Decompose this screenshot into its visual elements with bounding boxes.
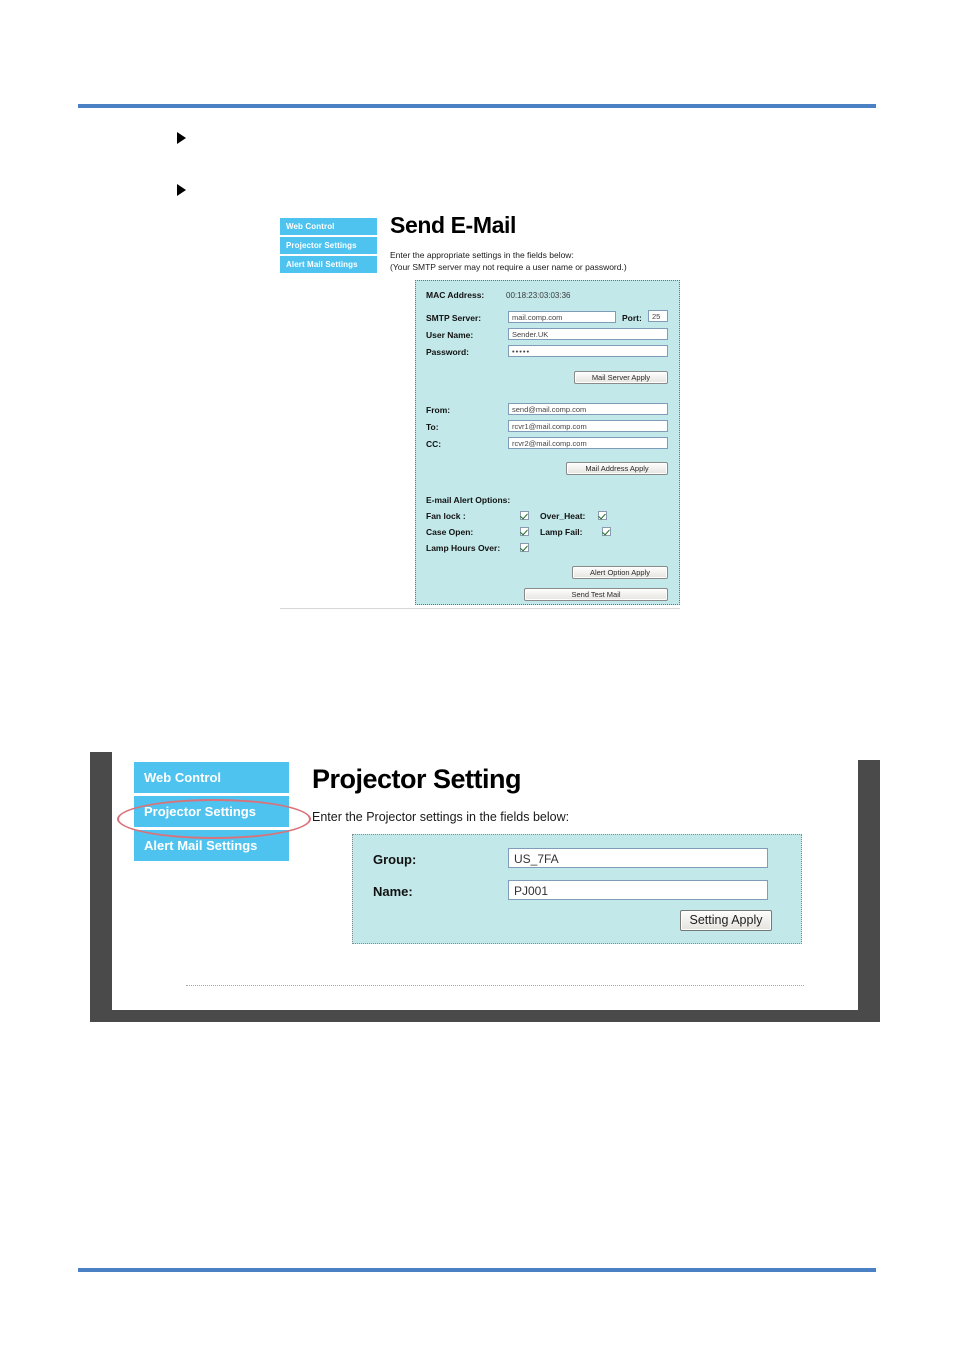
fan-lock-label: Fan lock : — [426, 511, 466, 521]
page-title: Projector Setting — [312, 764, 522, 794]
sidebar-item-alert-mail-settings[interactable]: Alert Mail Settings — [280, 256, 377, 273]
figure-footer-rule — [186, 985, 804, 986]
mac-address-label: MAC Address: — [426, 290, 485, 300]
email-settings-panel: MAC Address: 00:18:23:03:03:36 SMTP Serv… — [415, 280, 680, 605]
password-label: Password: — [426, 347, 469, 357]
sidebar-item-projector-settings[interactable]: Projector Settings — [134, 796, 289, 827]
sidebar-item-web-control[interactable]: Web Control — [280, 218, 377, 235]
smtp-server-input[interactable]: mail.comp.com — [508, 311, 616, 323]
over-heat-checkbox[interactable] — [598, 511, 607, 520]
port-label: Port: — [622, 313, 642, 323]
group-input[interactable]: US_7FA — [508, 848, 768, 868]
mac-address-value: 00:18:23:03:03:36 — [506, 291, 571, 300]
sidebar-item-projector-settings[interactable]: Projector Settings — [280, 237, 377, 254]
name-label: Name: — [373, 884, 413, 899]
alert-options-heading: E-mail Alert Options: — [426, 495, 511, 505]
figure-frame-bottom — [90, 1010, 880, 1022]
lamp-fail-label: Lamp Fail: — [540, 527, 583, 537]
figure-frame-right — [858, 760, 880, 1022]
projector-setting-figure: Web Control Projector Settings Alert Mai… — [90, 752, 880, 1022]
port-input[interactable]: 25 — [648, 310, 668, 322]
case-open-label: Case Open: — [426, 527, 474, 537]
sidebar-item-alert-mail-settings[interactable]: Alert Mail Settings — [134, 830, 289, 861]
header-rule — [78, 104, 876, 108]
mail-server-apply-button[interactable]: Mail Server Apply — [574, 371, 668, 384]
lamp-hours-over-checkbox[interactable] — [520, 543, 529, 552]
page-subtitle: Enter the Projector settings in the fiel… — [312, 810, 570, 824]
mail-address-apply-button[interactable]: Mail Address Apply — [566, 462, 668, 475]
page-subtitle-line2: (Your SMTP server may not require a user… — [390, 261, 627, 272]
cc-label: CC: — [426, 439, 442, 449]
setting-apply-button[interactable]: Setting Apply — [680, 910, 772, 931]
send-email-figure: Web Control Projector Settings Alert Mai… — [280, 212, 690, 612]
name-input[interactable]: PJ001 — [508, 880, 768, 900]
cc-input[interactable]: rcvr2@mail.comp.com — [508, 437, 668, 449]
bullet-marker-2 — [177, 184, 186, 196]
page-subtitle: Enter the appropriate settings in the fi… — [390, 250, 627, 273]
send-test-mail-button[interactable]: Send Test Mail — [524, 588, 668, 601]
projector-nav-menu: Web Control Projector Settings Alert Mai… — [134, 762, 289, 864]
lamp-hours-over-label: Lamp Hours Over: — [426, 543, 501, 553]
sidebar-item-web-control[interactable]: Web Control — [134, 762, 289, 793]
to-label: To: — [426, 422, 439, 432]
alert-option-apply-button[interactable]: Alert Option Apply — [572, 566, 668, 579]
projector-settings-panel: Group: US_7FA Name: PJ001 Setting Apply — [352, 834, 802, 944]
from-input[interactable]: send@mail.comp.com — [508, 403, 668, 415]
bullet-marker-1 — [177, 132, 186, 144]
over-heat-label: Over_Heat: — [540, 511, 586, 521]
to-input[interactable]: rcvr1@mail.comp.com — [508, 420, 668, 432]
fan-lock-checkbox[interactable] — [520, 511, 529, 520]
email-nav-menu: Web Control Projector Settings Alert Mai… — [280, 218, 377, 275]
figure-baseline-rule — [280, 608, 680, 609]
figure-frame-top — [90, 752, 860, 760]
user-name-label: User Name: — [426, 330, 474, 340]
figure-frame-left — [90, 752, 112, 1022]
footer-rule — [78, 1268, 876, 1272]
password-input[interactable]: ••••• — [508, 345, 668, 357]
smtp-server-label: SMTP Server: — [426, 313, 482, 323]
group-label: Group: — [373, 852, 417, 867]
case-open-checkbox[interactable] — [520, 527, 529, 536]
user-name-input[interactable]: Sender.UK — [508, 328, 668, 340]
page-title: Send E-Mail — [390, 212, 516, 238]
page-subtitle-line1: Enter the appropriate settings in the fi… — [390, 250, 574, 260]
from-label: From: — [426, 405, 451, 415]
lamp-fail-checkbox[interactable] — [602, 527, 611, 536]
